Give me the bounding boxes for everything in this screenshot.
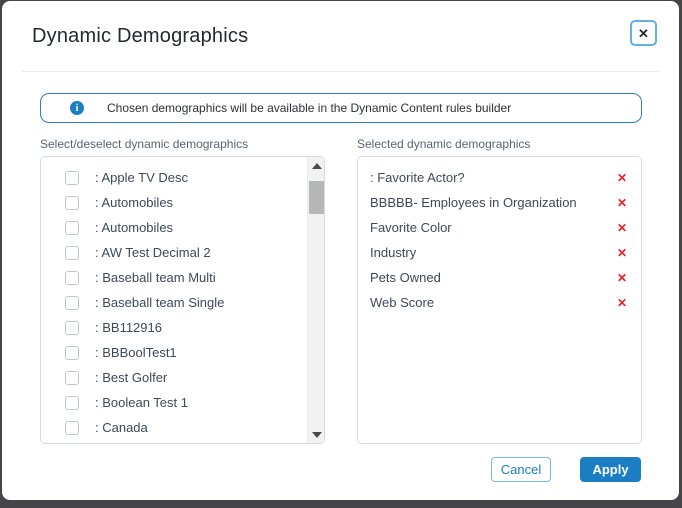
available-column: Select/deselect dynamic demographics : A…: [40, 137, 325, 444]
available-list-item[interactable]: : Baseball team Single: [41, 290, 307, 315]
available-list-label: Select/deselect dynamic demographics: [40, 137, 325, 151]
item-checkbox[interactable]: [65, 196, 79, 210]
available-rows: : Apple TV Desc : Automobiles : Automobile…: [41, 165, 307, 440]
apply-button[interactable]: Apply: [580, 457, 641, 482]
item-checkbox[interactable]: [65, 296, 79, 310]
modal-header: Dynamic Demographics ✕: [2, 1, 679, 48]
remove-item-icon[interactable]: ✕: [617, 172, 627, 184]
item-checkbox[interactable]: [65, 171, 79, 185]
available-list-item[interactable]: : Baseball team Multi: [41, 265, 307, 290]
scroll-down-arrow-icon[interactable]: [308, 426, 325, 443]
selected-list-item: Pets Owned✕: [358, 265, 641, 290]
remove-item-icon[interactable]: ✕: [617, 197, 627, 209]
item-label: : Baseball team Multi: [95, 270, 216, 285]
modal-footer: Cancel Apply: [2, 444, 679, 482]
selected-list-label: Selected dynamic demographics: [357, 137, 642, 151]
remove-item-icon[interactable]: ✕: [617, 272, 627, 284]
selected-item-label: Industry: [370, 245, 617, 260]
selected-list-item: BBBBB- Employees in Organization✕: [358, 190, 641, 215]
dynamic-demographics-modal: Dynamic Demographics ✕ i Chosen demograp…: [2, 1, 679, 500]
available-list: : Apple TV Desc : Automobiles : Automobile…: [40, 156, 325, 444]
item-label: : AW Test Decimal 2: [95, 245, 211, 260]
item-label: : Apple TV Desc: [95, 170, 188, 185]
available-list-item[interactable]: : BBBoolTest1: [41, 340, 307, 365]
remove-item-icon[interactable]: ✕: [617, 297, 627, 309]
scroll-up-arrow-icon[interactable]: [308, 157, 325, 174]
close-icon: ✕: [638, 27, 649, 40]
selected-rows: : Favorite Actor?✕BBBBB- Employees in Or…: [358, 165, 641, 315]
selected-item-label: Favorite Color: [370, 220, 617, 235]
item-checkbox[interactable]: [65, 271, 79, 285]
available-list-item[interactable]: : Apple TV Desc: [41, 165, 307, 190]
selected-list: : Favorite Actor?✕BBBBB- Employees in Or…: [357, 156, 642, 444]
info-banner-text: Chosen demographics will be available in…: [107, 101, 511, 115]
available-list-item[interactable]: : BB112916: [41, 315, 307, 340]
selected-list-item: Web Score✕: [358, 290, 641, 315]
item-label: : Best Golfer: [95, 370, 167, 385]
selected-item-label: BBBBB- Employees in Organization: [370, 195, 617, 210]
available-list-item[interactable]: : Boolean Test 1: [41, 390, 307, 415]
vertical-scrollbar[interactable]: [307, 157, 324, 443]
item-checkbox[interactable]: [65, 321, 79, 335]
close-button[interactable]: ✕: [630, 20, 657, 46]
demographics-columns: Select/deselect dynamic demographics : A…: [2, 123, 679, 444]
item-checkbox[interactable]: [65, 421, 79, 435]
selected-column: Selected dynamic demographics : Favorite…: [357, 137, 642, 444]
item-checkbox[interactable]: [65, 396, 79, 410]
page-title: Dynamic Demographics: [32, 25, 657, 48]
item-label: : Automobiles: [95, 195, 173, 210]
info-banner: i Chosen demographics will be available …: [40, 93, 642, 123]
item-label: : Canada: [95, 420, 148, 435]
selected-list-item: Industry✕: [358, 240, 641, 265]
remove-item-icon[interactable]: ✕: [617, 222, 627, 234]
item-label: : BBBoolTest1: [95, 345, 177, 360]
selected-list-item: : Favorite Actor?✕: [358, 165, 641, 190]
item-label: : Automobiles: [95, 220, 173, 235]
item-checkbox[interactable]: [65, 221, 79, 235]
item-label: : BB112916: [95, 320, 162, 335]
selected-item-label: Web Score: [370, 295, 617, 310]
item-checkbox[interactable]: [65, 246, 79, 260]
info-icon: i: [70, 101, 84, 115]
available-list-item[interactable]: : Automobiles: [41, 190, 307, 215]
selected-list-item: Favorite Color✕: [358, 215, 641, 240]
item-checkbox[interactable]: [65, 371, 79, 385]
scrollbar-thumb[interactable]: [309, 181, 324, 214]
remove-item-icon[interactable]: ✕: [617, 247, 627, 259]
available-list-item[interactable]: : Canada: [41, 415, 307, 440]
item-label: : Boolean Test 1: [95, 395, 188, 410]
item-checkbox[interactable]: [65, 346, 79, 360]
selected-item-label: Pets Owned: [370, 270, 617, 285]
available-list-item[interactable]: : Best Golfer: [41, 365, 307, 390]
available-list-item[interactable]: : AW Test Decimal 2: [41, 240, 307, 265]
header-divider: [22, 71, 659, 72]
selected-item-label: : Favorite Actor?: [370, 170, 617, 185]
item-label: : Baseball team Single: [95, 295, 224, 310]
available-list-item[interactable]: : Automobiles: [41, 215, 307, 240]
cancel-button[interactable]: Cancel: [491, 457, 551, 482]
